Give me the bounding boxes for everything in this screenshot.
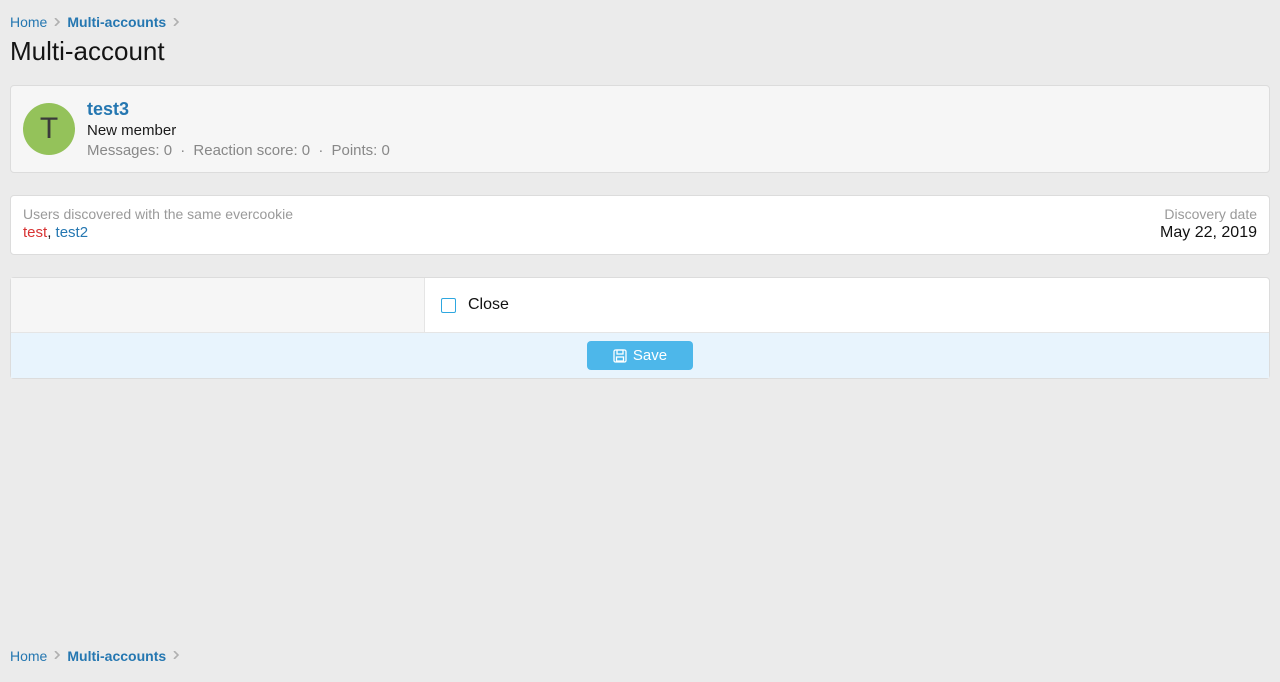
points-value: 0	[382, 142, 390, 159]
avatar[interactable]: T	[23, 103, 75, 155]
discovered-user-link[interactable]: test	[23, 224, 47, 241]
form-input-cell: Close	[425, 278, 1269, 332]
discovery-date: Discovery date May 22, 2019	[1160, 206, 1257, 242]
chevron-right-icon	[172, 650, 180, 662]
form-row-close: Close	[11, 278, 1269, 333]
discovered-user-link[interactable]: test2	[56, 224, 89, 241]
breadcrumb-multi-accounts[interactable]: Multi-accounts	[67, 14, 166, 30]
comma-separator: ,	[47, 224, 55, 241]
save-button[interactable]: Save	[587, 341, 693, 370]
discovery-users-list: test, test2	[23, 224, 293, 241]
discovery-block: Users discovered with the same evercooki…	[10, 195, 1270, 255]
user-name-link[interactable]: test3	[87, 99, 129, 119]
user-card: T test3 New member Messages: 0 · Reactio…	[10, 85, 1270, 173]
discovery-date-value: May 22, 2019	[1160, 224, 1257, 242]
form-footer: Save	[11, 333, 1269, 378]
separator-dot: ·	[180, 142, 185, 159]
user-title: New member	[87, 121, 390, 141]
discovery-users: Users discovered with the same evercooki…	[23, 206, 293, 242]
separator-dot: ·	[318, 142, 323, 159]
close-checkbox-label[interactable]: Close	[468, 296, 509, 314]
breadcrumb: Home Multi-accounts	[10, 10, 1270, 30]
points-label: Points:	[331, 142, 377, 159]
discovery-users-label: Users discovered with the same evercooki…	[23, 206, 293, 222]
reaction-label: Reaction score:	[193, 142, 297, 159]
breadcrumb-home[interactable]: Home	[10, 648, 47, 664]
user-info: test3 New member Messages: 0 · Reaction …	[87, 98, 390, 160]
reaction-value: 0	[302, 142, 310, 159]
page-title: Multi-account	[10, 36, 1270, 67]
breadcrumb-home[interactable]: Home	[10, 14, 47, 30]
chevron-right-icon	[53, 18, 61, 26]
user-stats: Messages: 0 · Reaction score: 0 · Points…	[87, 141, 390, 161]
breadcrumb-bottom: Home Multi-accounts	[10, 648, 180, 664]
form-label-cell	[11, 278, 425, 332]
chevron-right-icon	[172, 18, 180, 26]
messages-value: 0	[164, 142, 172, 159]
close-checkbox[interactable]	[441, 298, 456, 313]
chevron-right-icon	[53, 650, 61, 662]
save-button-label: Save	[633, 347, 667, 364]
messages-label: Messages:	[87, 142, 160, 159]
form-block: Close Save	[10, 277, 1270, 379]
breadcrumb-multi-accounts[interactable]: Multi-accounts	[67, 648, 166, 664]
discovery-date-label: Discovery date	[1160, 206, 1257, 222]
save-icon	[613, 349, 627, 363]
